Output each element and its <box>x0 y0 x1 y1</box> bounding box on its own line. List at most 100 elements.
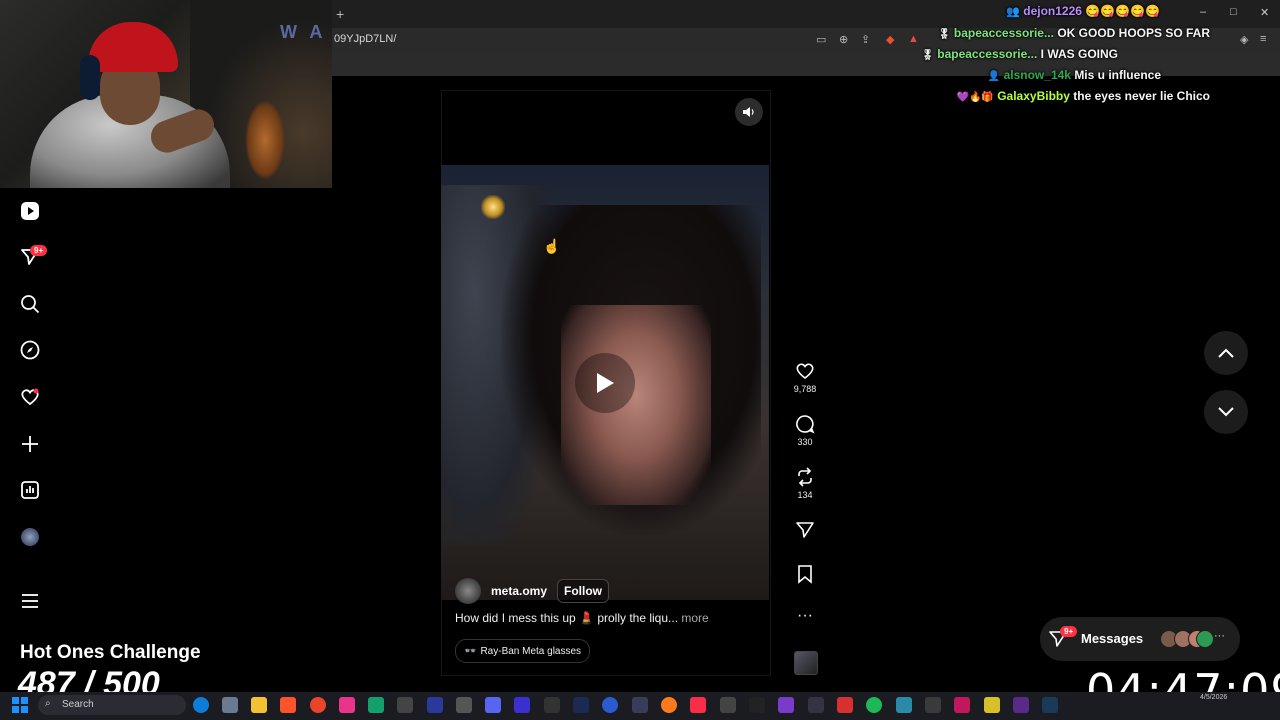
share-action[interactable] <box>790 520 820 540</box>
post-caption: How did I mess this up 💄 prolly the liqu… <box>455 611 709 625</box>
steam-icon[interactable] <box>1042 697 1058 713</box>
explore-icon[interactable] <box>18 338 42 362</box>
app-icon[interactable] <box>368 697 384 713</box>
audio-thumbnail[interactable] <box>794 651 818 675</box>
app-icon[interactable] <box>837 697 853 713</box>
app-icon[interactable] <box>808 697 824 713</box>
comment-count: 330 <box>797 437 813 447</box>
follow-button[interactable]: Follow <box>557 579 609 603</box>
app-icon[interactable] <box>339 697 355 713</box>
save-action[interactable] <box>790 564 820 584</box>
share-icon[interactable]: ⇪ <box>861 33 870 46</box>
messages-label: Messages <box>1081 631 1144 646</box>
chat-message: 👥 dejon1226 😋😋😋😋😋 <box>1006 4 1160 18</box>
url-text[interactable]: 09YJpD7LN/ <box>334 33 396 45</box>
post-author-avatar[interactable] <box>455 578 481 604</box>
caption-more-link[interactable]: more <box>681 611 708 625</box>
profile-avatar-icon[interactable] <box>18 525 42 549</box>
app-icon[interactable] <box>984 697 1000 713</box>
comment-action[interactable]: 330 <box>790 414 820 447</box>
close-window-button[interactable]: ✕ <box>1260 6 1269 19</box>
menu-hamburger-icon[interactable] <box>18 589 42 613</box>
like-count: 9,788 <box>793 384 817 394</box>
mute-toggle-button[interactable] <box>735 98 763 126</box>
edge-icon[interactable] <box>193 697 209 713</box>
caption-text: How did I mess this up 💄 prolly the liqu… <box>455 611 679 625</box>
cast-icon[interactable]: ▭ <box>816 33 826 46</box>
app-icon[interactable] <box>602 697 618 713</box>
taskbar-search-icon: ⌕ <box>45 698 51 709</box>
play-button[interactable] <box>575 353 635 413</box>
search-icon[interactable] <box>18 292 42 316</box>
settings-gear-icon[interactable] <box>222 697 238 713</box>
heart-nav-icon[interactable] <box>18 385 42 409</box>
taskbar-search-placeholder[interactable]: Search <box>62 699 94 710</box>
create-plus-icon[interactable] <box>18 432 42 456</box>
insights-icon[interactable] <box>18 478 42 502</box>
file-explorer-icon[interactable] <box>251 697 267 713</box>
product-tag-pill[interactable]: 👓 Ray-Ban Meta glasses <box>455 639 591 663</box>
chat-text: OK GOOD HOOPS SO FAR <box>1057 26 1210 40</box>
streamer-webcam: W A <box>0 0 332 188</box>
chat-message: 👤 alsnow_14k Mis u influence <box>987 68 1161 82</box>
app-icon[interactable] <box>925 697 941 713</box>
app-icon[interactable] <box>720 697 736 713</box>
post-username[interactable]: meta.omy <box>491 584 547 598</box>
messages-badge: 9+ <box>1060 626 1078 637</box>
firefox-icon[interactable] <box>661 697 677 713</box>
challenge-title: Hot Ones Challenge <box>20 642 201 663</box>
system-tray-date[interactable]: 4/5/2026 <box>1200 693 1227 702</box>
photoshop-icon[interactable] <box>573 697 589 713</box>
brave-shield-icon[interactable]: ◆ <box>886 33 894 46</box>
app-icon[interactable] <box>954 697 970 713</box>
taskbar-search-box[interactable] <box>38 695 186 715</box>
next-reel-button[interactable] <box>1204 390 1248 434</box>
repost-count: 134 <box>797 490 813 500</box>
chrome-icon[interactable] <box>310 697 326 713</box>
app-icon[interactable] <box>896 697 912 713</box>
like-action[interactable]: 9,788 <box>790 361 820 394</box>
chat-message: 🎖 bapeaccessorie... OK GOOD HOOPS SO FAR <box>937 26 1210 40</box>
music-icon[interactable] <box>690 697 706 713</box>
brave-rewards-icon[interactable]: ▲ <box>908 33 919 45</box>
comment-icon <box>796 415 815 434</box>
send-icon <box>796 522 814 538</box>
app-icon[interactable] <box>778 697 794 713</box>
chevron-down-icon <box>1218 407 1234 417</box>
reels-nav-icon[interactable] <box>18 199 42 223</box>
messages-more-icon[interactable]: ··· <box>1214 630 1225 642</box>
new-tab-button[interactable]: + <box>336 6 344 22</box>
chat-username: alsnow_14k <box>1003 68 1071 82</box>
discord-icon[interactable] <box>485 697 501 713</box>
browser-menu-icon[interactable]: ≡ <box>1260 33 1266 45</box>
spotify-icon[interactable] <box>866 697 882 713</box>
minimize-button[interactable]: – <box>1200 6 1206 18</box>
brave-browser-icon[interactable] <box>280 697 296 713</box>
chat-username: bapeaccessorie... <box>937 47 1038 61</box>
vegas-icon[interactable] <box>514 697 530 713</box>
app-icon[interactable] <box>544 697 560 713</box>
mouse-cursor-icon: ☝ <box>543 238 561 254</box>
heart-icon <box>796 363 814 380</box>
app-icon[interactable] <box>456 697 472 713</box>
chat-message: 💜🔥🎁 GalaxyBibby the eyes never lie Chico <box>956 89 1210 103</box>
message-avatar <box>1196 630 1214 648</box>
previous-reel-button[interactable] <box>1204 331 1248 375</box>
obs-icon[interactable] <box>397 697 413 713</box>
chat-username: bapeaccessorie... <box>953 26 1054 40</box>
app-icon[interactable] <box>632 697 648 713</box>
windows-start-icon[interactable] <box>12 697 28 718</box>
zoom-icon[interactable]: ⊕ <box>839 33 848 46</box>
more-options-icon[interactable]: ··· <box>790 607 820 625</box>
product-tag-label: Ray-Ban Meta glasses <box>480 645 582 657</box>
app-icon[interactable] <box>749 697 765 713</box>
vpn-icon[interactable]: ◈ <box>1240 33 1248 46</box>
chat-message: 🎖 bapeaccessorie... I WAS GOING <box>921 47 1118 61</box>
maximize-button[interactable]: □ <box>1230 6 1237 18</box>
chat-username: dejon1226 <box>1023 4 1082 18</box>
repost-icon <box>798 467 812 487</box>
repost-action[interactable]: 134 <box>790 467 820 500</box>
app-icon[interactable] <box>427 697 443 713</box>
app-icon[interactable] <box>1013 697 1029 713</box>
chat-text: 😋😋😋😋😋 <box>1085 4 1160 18</box>
